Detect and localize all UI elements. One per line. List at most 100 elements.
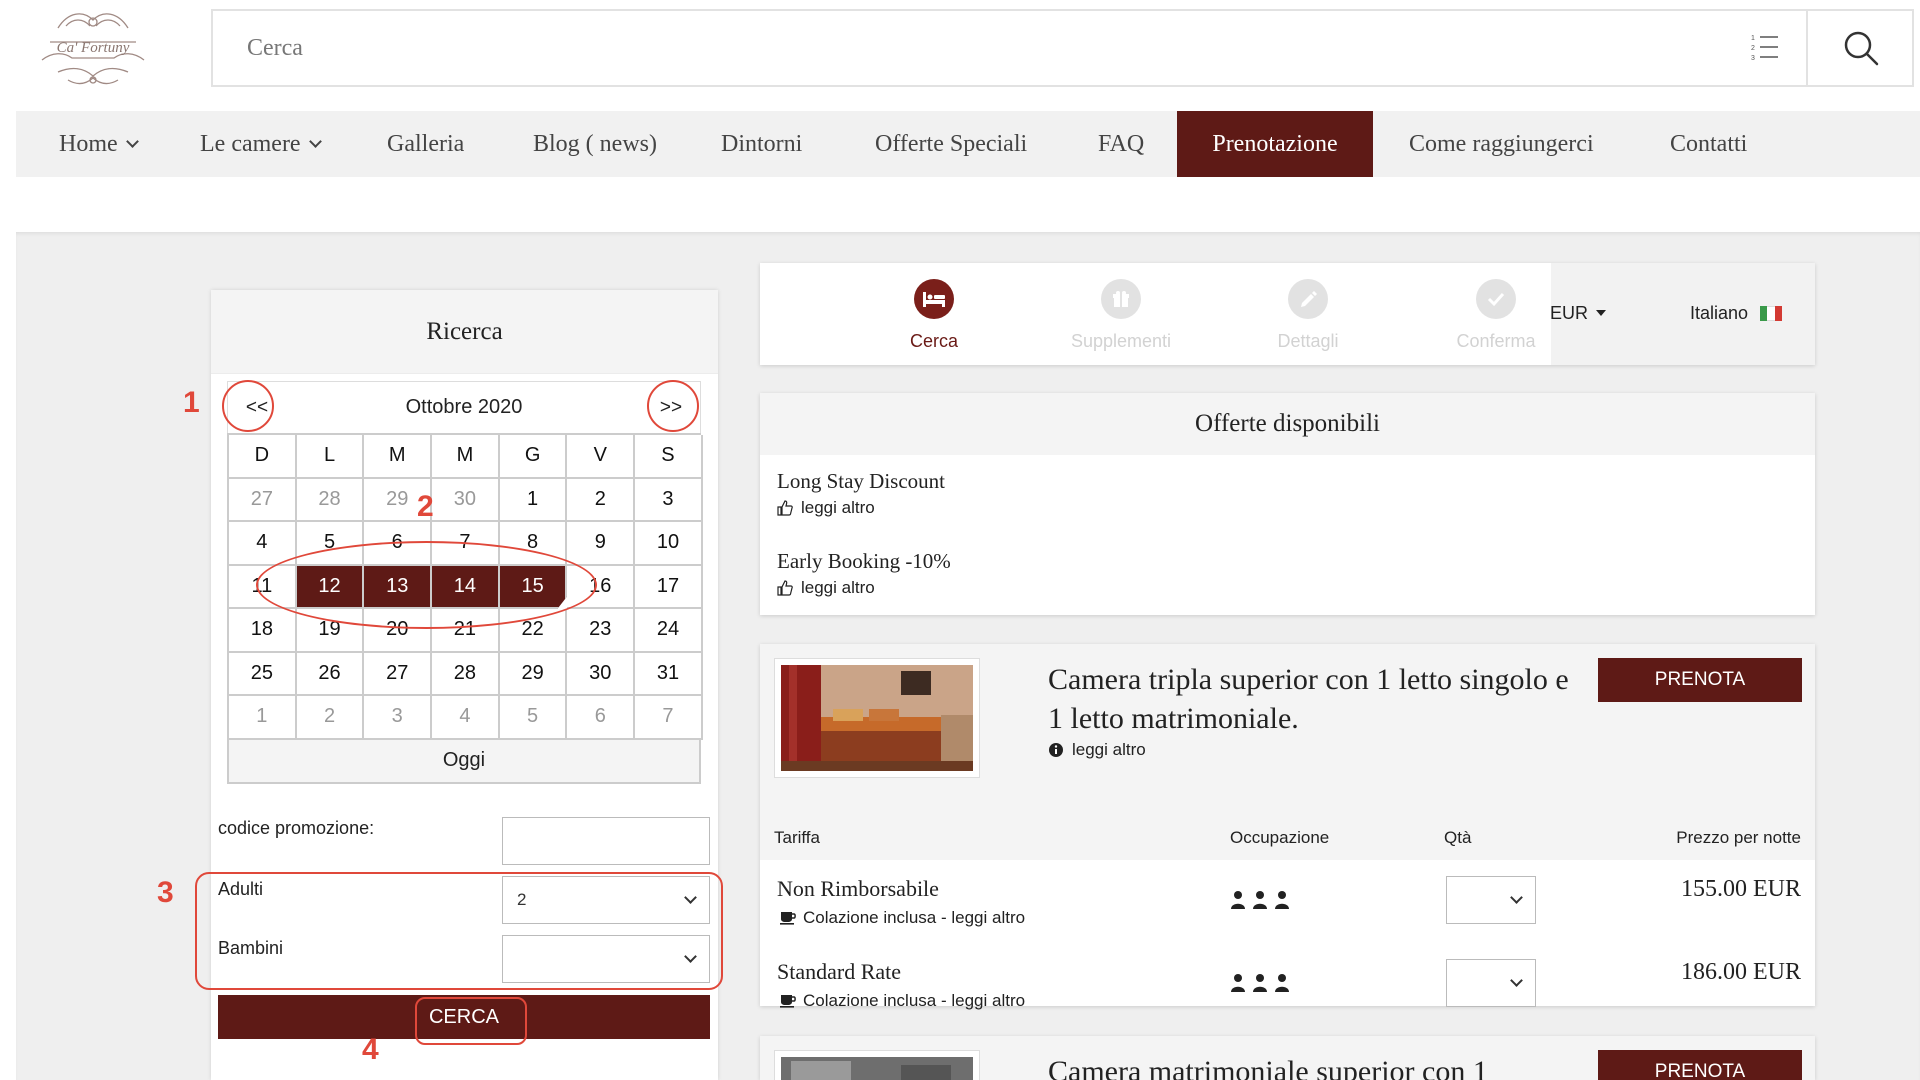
calendar-day[interactable]: 25 [229,652,297,696]
currency-selector[interactable]: EUR [1550,303,1607,324]
logo-text: Ca' Fortuny [56,40,130,56]
person-icon [1231,974,1289,992]
calendar-day[interactable]: 7 [635,696,703,740]
calendar-day[interactable]: 13 [364,565,433,609]
calendar-day[interactable]: 26 [296,652,365,696]
rate-qty-select[interactable] [1446,876,1536,924]
weekday-header: L [296,435,365,479]
calendar-day[interactable]: 24 [635,609,703,653]
calendar-day[interactable]: 29 [499,652,568,696]
nav-prenotazione[interactable]: Prenotazione [1177,111,1373,177]
calendar-day[interactable]: 3 [635,478,703,522]
prev-month-button[interactable]: << [238,397,276,419]
pencil-icon [1288,279,1328,319]
nav-galleria[interactable]: Galleria [387,111,464,177]
book-room-button[interactable]: PRENOTA [1598,1050,1802,1080]
promo-code-input[interactable] [502,817,710,865]
site-logo[interactable]: Ca' Fortuny [28,6,158,94]
calendar-month-title: Ottobre 2020 [405,396,523,418]
calendar-day[interactable]: 5 [499,696,568,740]
calendar-day[interactable]: 27 [364,652,433,696]
nav-blog[interactable]: Blog ( news) [533,111,657,177]
step-supplementi: Supplementi [1041,279,1201,352]
calendar-day[interactable]: 18 [229,609,297,653]
calendar-day[interactable]: 14 [432,565,500,609]
occupancy-icons [1230,973,1290,993]
search-submit-button[interactable]: CERCA [218,995,710,1039]
calendar-day[interactable]: 30 [567,652,636,696]
calendar-day[interactable]: 7 [432,522,500,566]
weekday-header: S [635,435,703,479]
calendar-day[interactable]: 27 [229,478,297,522]
chevron-down-icon [308,134,322,148]
search-panel-title: Ricerca [211,290,718,374]
room-photo[interactable] [774,1050,980,1080]
calendar-day[interactable]: 5 [296,522,365,566]
language-selector[interactable]: Italiano [1690,303,1783,324]
nav-faq[interactable]: FAQ [1098,111,1144,177]
calendar-day[interactable]: 28 [432,652,500,696]
calendar-day[interactable]: 1 [229,696,297,740]
nav-le-camere[interactable]: Le camere [200,111,322,177]
next-month-button[interactable]: >> [652,397,690,419]
offers-panel: Offerte disponibili Long Stay Discount l… [760,393,1815,615]
today-button[interactable]: Oggi [227,739,701,784]
rate-qty-select[interactable] [1446,959,1536,1007]
offer-read-more-link[interactable]: leggi altro [777,498,945,518]
calendar-day[interactable]: 19 [296,609,365,653]
calendar-day[interactable]: 20 [364,609,433,653]
nav-offerte-speciali[interactable]: Offerte Speciali [875,111,1027,177]
room-title: Camera tripla superior con 1 letto singo… [1048,663,1569,735]
calendar-day[interactable]: 17 [635,565,703,609]
rate-breakfast-link[interactable]: Colazione inclusa - leggi altro [779,908,1025,928]
search-bar: 1 2 3 [211,9,1914,87]
chevron-down-icon [684,891,697,904]
calendar-day[interactable]: 28 [296,478,365,522]
calendar-day[interactable]: 23 [567,609,636,653]
nav-home[interactable]: Home [59,111,139,177]
calendar-day[interactable]: 30 [432,478,500,522]
person-icon [1231,891,1289,909]
calendar-day[interactable]: 16 [567,565,636,609]
nav-come-raggiungerci[interactable]: Come raggiungerci [1409,111,1594,177]
offer-item: Early Booking -10% leggi altro [777,549,951,598]
calendar-day[interactable]: 22 [499,609,568,653]
calendar-day[interactable]: 6 [364,522,433,566]
adults-label: Adulti [218,879,264,899]
rate-breakfast-link[interactable]: Colazione inclusa - leggi altro [779,991,1025,1011]
step-cerca[interactable]: Cerca [854,279,1014,352]
offer-read-more-label: leggi altro [801,498,875,517]
calendar-day[interactable]: 2 [567,478,636,522]
calendar-day[interactable]: 31 [635,652,703,696]
nav-dintorni[interactable]: Dintorni [721,111,802,177]
calendar-day[interactable]: 10 [635,522,703,566]
search-button[interactable] [1808,11,1914,85]
calendar-day[interactable]: 15 [499,565,568,609]
adults-select[interactable]: 2 [502,876,710,924]
calendar-day[interactable]: 3 [364,696,433,740]
room-photo[interactable] [774,658,980,778]
calendar-day[interactable]: 2 [296,696,365,740]
children-select[interactable] [502,935,710,983]
room-read-more-link[interactable]: leggi altro [1048,740,1146,760]
rate-price: 155.00 EUR [1681,876,1801,902]
calendar-day[interactable]: 8 [499,522,568,566]
calendar-day[interactable]: 21 [432,609,500,653]
calendar-day[interactable]: 1 [499,478,568,522]
coffee-cup-icon [780,995,796,1008]
rate-row: Standard Rate Colazione inclusa - leggi … [760,943,1815,1026]
offer-read-more-link[interactable]: leggi altro [777,578,951,598]
calendar-day[interactable]: 4 [229,522,297,566]
room-card: Camera matrimoniale superior con 1 PRENO… [760,1036,1815,1080]
numbered-list-icon[interactable]: 1 2 3 [1748,31,1782,65]
calendar-day[interactable]: 11 [229,565,297,609]
nav-contatti[interactable]: Contatti [1670,111,1747,177]
calendar-day[interactable]: 4 [432,696,500,740]
calendar-day[interactable]: 9 [567,522,636,566]
calendar-day[interactable]: 12 [296,565,365,609]
book-room-button[interactable]: PRENOTA [1598,658,1802,702]
calendar-day[interactable]: 6 [567,696,636,740]
chevron-down-icon [1510,891,1523,904]
step-dettagli-label: Dettagli [1277,331,1339,351]
search-input[interactable] [213,11,1713,85]
